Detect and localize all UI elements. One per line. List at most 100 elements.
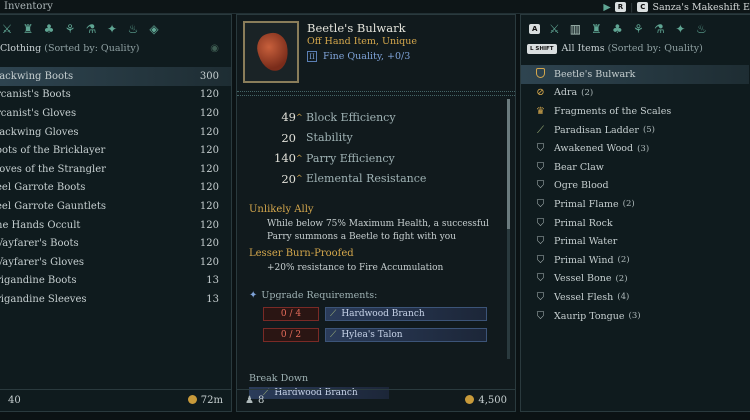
- list-item[interactable]: Vayfarer's Boots 120: [0, 234, 231, 253]
- item-value: 120: [199, 89, 219, 101]
- pouch-icon: ⛉: [536, 310, 545, 322]
- list-item[interactable]: eel Garrote Boots 120: [0, 179, 231, 198]
- list-item[interactable]: ⛉ Primal Wind (2): [521, 251, 749, 270]
- item-name: lackwing Gloves: [0, 126, 79, 138]
- companion-switcher[interactable]: ▶ R | C Sanza's Makeshift E: [603, 0, 750, 14]
- list-item[interactable]: he Hands Occult 120: [0, 216, 231, 235]
- item-title: Beetle's Bulwark: [307, 21, 406, 35]
- upgrade-requirements: ✦ Upgrade Requirements: 0 / 4 ⟋ Hardwood B…: [249, 290, 509, 343]
- left-subtitle: Clothing (Sorted by: Quality): [0, 43, 139, 54]
- quality-bar-icon: II: [307, 51, 317, 62]
- right-subtitle: L SHIFT All Items (Sorted by: Quality): [527, 43, 703, 54]
- top-bar: Inventory ▶ R | C Sanza's Makeshift E: [0, 0, 750, 14]
- item-thumbnail: [243, 21, 299, 83]
- requirement-material[interactable]: ⟋ Hylea's Talon: [325, 328, 487, 342]
- left-currency-value: 72m: [200, 395, 223, 406]
- tab-gems-icon[interactable]: ◈: [147, 22, 161, 36]
- tab-ingredients-icon[interactable]: ⚗: [652, 22, 666, 36]
- stat-row: 49 ^ Block Efficiency: [237, 107, 515, 128]
- item-value: 120: [199, 219, 219, 231]
- list-item[interactable]: lackwing Gloves 120: [0, 123, 231, 142]
- list-item[interactable]: ⛉ Vessel Bone (2): [521, 270, 749, 289]
- tab-clothing-icon[interactable]: ♣: [42, 22, 56, 36]
- item-type: Off Hand Item, Unique: [307, 36, 417, 47]
- item-name: Xaurip Tongue: [554, 310, 625, 322]
- tab-rings-icon[interactable]: ⚘: [63, 22, 77, 36]
- tab-clothing-icon[interactable]: ♣: [610, 22, 624, 36]
- item-count: (4): [617, 292, 630, 303]
- item-name: Primal Rock: [554, 217, 613, 229]
- quality-text: Fine Quality, +0/3: [323, 51, 411, 62]
- tab-armor-icon[interactable]: ♜: [589, 22, 603, 36]
- list-item[interactable]: ⛉ Awakened Wood (3): [521, 139, 749, 158]
- right-item-list: Beetle's Bulwark ⊘ Adra (2) ♛ Fragments of …: [521, 65, 749, 325]
- item-name: Awakened Wood: [554, 143, 634, 155]
- list-item[interactable]: ⊘ Adra (2): [521, 84, 749, 103]
- coin-icon: [465, 395, 475, 404]
- list-item[interactable]: rcanist's Boots 120: [0, 86, 231, 105]
- list-item[interactable]: ⛉ Xaurip Tongue (3): [521, 307, 749, 326]
- list-item[interactable]: loves of the Strangler 120: [0, 160, 231, 179]
- item-name: rcanist's Gloves: [0, 107, 77, 119]
- mid-footer: ♟ 8 4,500: [237, 389, 515, 411]
- scrollbar-thumb[interactable]: [507, 99, 510, 229]
- talon-icon: ⟋: [330, 330, 337, 340]
- list-item[interactable]: ⛉ Primal Water: [521, 232, 749, 251]
- list-item[interactable]: Beetle's Bulwark: [521, 65, 749, 84]
- list-item[interactable]: rigandine Sleeves 13: [0, 290, 231, 309]
- item-name: Beetle's Bulwark: [554, 68, 636, 80]
- item-name: Adra: [554, 87, 578, 99]
- list-item[interactable]: eel Garrote Gauntlets 120: [0, 197, 231, 216]
- left-sort[interactable]: (Sorted by: Quality): [44, 43, 139, 54]
- requirement-row: 0 / 4 ⟋ Hardwood Branch: [249, 306, 509, 322]
- item-name: rigandine Boots: [0, 275, 77, 287]
- left-item-list: lackwing Boots 300 rcanist's Boots 120 rca…: [0, 67, 231, 309]
- tab-trinkets-icon[interactable]: ✦: [105, 22, 119, 36]
- tab-trinkets-icon[interactable]: ✦: [673, 22, 687, 36]
- tab-weapons-icon[interactable]: ⚔: [547, 22, 561, 36]
- tab-weapons-icon[interactable]: ⚔: [0, 22, 14, 36]
- stat-value: 20: [281, 171, 296, 186]
- requirement-count: 0 / 4: [263, 307, 319, 321]
- list-item[interactable]: rigandine Boots 13: [0, 272, 231, 291]
- list-item[interactable]: ⛉ Primal Rock: [521, 214, 749, 233]
- list-item[interactable]: ⛉ Primal Flame (2): [521, 195, 749, 214]
- tab-rings-icon[interactable]: ⚘: [631, 22, 645, 36]
- list-item[interactable]: ⛉ Vessel Flesh (4): [521, 288, 749, 307]
- tab-armor-icon[interactable]: ♜: [21, 22, 35, 36]
- list-item[interactable]: Vayfarer's Gloves 120: [0, 253, 231, 272]
- left-category: Clothing: [0, 43, 42, 54]
- right-sort[interactable]: (Sorted by: Quality): [608, 43, 703, 54]
- list-item[interactable]: ♛ Fragments of the Scales: [521, 102, 749, 121]
- upgrade-title: Upgrade Requirements:: [261, 290, 378, 301]
- mid-currency: 4,500: [465, 395, 507, 406]
- item-value: 13: [206, 293, 219, 305]
- tab-all-icon[interactable]: ▥: [568, 22, 582, 36]
- list-item[interactable]: ⛉ Bear Claw: [521, 158, 749, 177]
- requirement-count: 0 / 2: [263, 328, 319, 342]
- item-name: Primal Flame: [554, 198, 619, 210]
- key-a: A: [529, 24, 541, 34]
- item-name: eel Garrote Gauntlets: [0, 200, 106, 212]
- list-item[interactable]: ⛉ Ogre Blood: [521, 177, 749, 196]
- right-heading: All Items: [561, 43, 605, 54]
- tab-food-icon[interactable]: ♨: [694, 22, 708, 36]
- list-item[interactable]: oots of the Bricklayer 120: [0, 141, 231, 160]
- list-item[interactable]: lackwing Boots 300: [0, 67, 231, 86]
- item-value: 300: [199, 70, 219, 82]
- tab-ingredients-icon[interactable]: ⚗: [84, 22, 98, 36]
- tab-food-icon[interactable]: ♨: [126, 22, 140, 36]
- pouch-icon: ⛉: [536, 217, 545, 229]
- list-item[interactable]: ⟋ Paradisan Ladder (5): [521, 121, 749, 140]
- list-item[interactable]: rcanist's Gloves 120: [0, 104, 231, 123]
- companion-name[interactable]: Sanza's Makeshift E: [652, 2, 750, 13]
- ability-burn-proofed: Lesser Burn-Proofed +20% resistance to F…: [249, 248, 509, 275]
- item-name: Primal Wind: [554, 254, 614, 266]
- item-name: Vayfarer's Gloves: [0, 256, 85, 268]
- detail-scrollbar[interactable]: [507, 99, 510, 359]
- item-value: 120: [199, 182, 219, 194]
- shield-image: [254, 30, 292, 74]
- settings-icon[interactable]: ◉: [210, 43, 219, 54]
- item-name: Primal Water: [554, 236, 618, 248]
- requirement-material[interactable]: ⟋ Hardwood Branch: [325, 307, 487, 321]
